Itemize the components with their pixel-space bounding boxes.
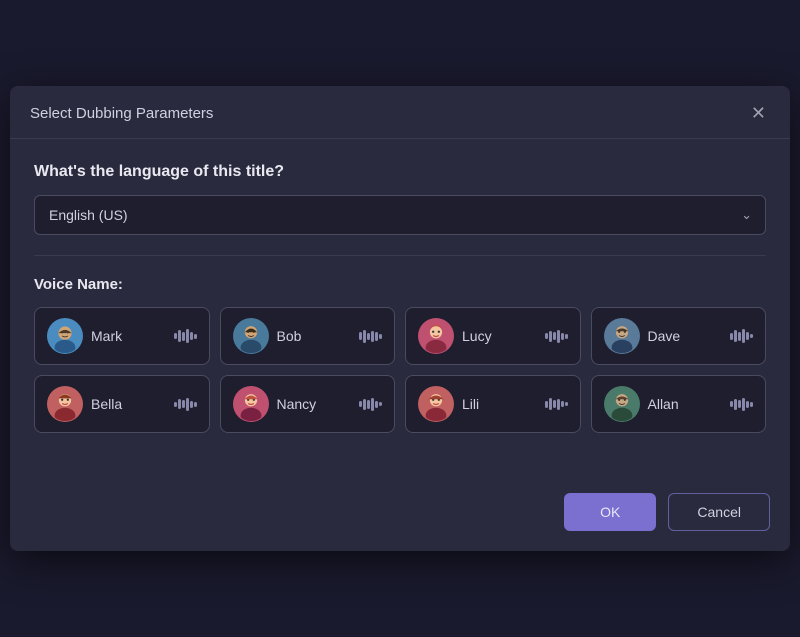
- voice-card-allan[interactable]: Allan: [591, 375, 767, 433]
- avatar-dave: [604, 318, 640, 354]
- voice-name-lili: Lili: [462, 396, 537, 412]
- voice-name-lucy: Lucy: [462, 328, 537, 344]
- voices-grid: Mark: [34, 307, 766, 433]
- voice-card-bob[interactable]: Bob: [220, 307, 396, 365]
- ok-button[interactable]: OK: [564, 493, 656, 531]
- waveform-icon-mark: [174, 329, 197, 343]
- waveform-icon-dave: [730, 329, 753, 343]
- voice-card-bella[interactable]: Bella: [34, 375, 210, 433]
- avatar-lili: [418, 386, 454, 422]
- voice-card-dave[interactable]: Dave: [591, 307, 767, 365]
- avatar-bob: [233, 318, 269, 354]
- voice-card-nancy[interactable]: Nancy: [220, 375, 396, 433]
- dialog-container: Select Dubbing Parameters ✕ What's the l…: [10, 86, 790, 551]
- voice-name-allan: Allan: [648, 396, 723, 412]
- avatar-nancy: [233, 386, 269, 422]
- voice-name-bella: Bella: [91, 396, 166, 412]
- section-divider: [34, 255, 766, 256]
- avatar-bella: [47, 386, 83, 422]
- waveform-icon-allan: [730, 398, 753, 411]
- voice-card-lucy[interactable]: Lucy: [405, 307, 581, 365]
- voice-name-dave: Dave: [648, 328, 723, 344]
- voice-card-mark[interactable]: Mark: [34, 307, 210, 365]
- voice-card-lili[interactable]: Lili: [405, 375, 581, 433]
- avatar-lucy: [418, 318, 454, 354]
- avatar-allan: [604, 386, 640, 422]
- dialog-footer: OK Cancel: [10, 483, 790, 551]
- dialog-title: Select Dubbing Parameters: [30, 105, 213, 122]
- language-question: What's the language of this title?: [34, 163, 766, 181]
- voice-name-nancy: Nancy: [277, 396, 352, 412]
- voice-name-bob: Bob: [277, 328, 352, 344]
- avatar-mark: [47, 318, 83, 354]
- waveform-icon-nancy: [359, 398, 382, 411]
- language-select-wrapper: English (US) Spanish French German Itali…: [34, 195, 766, 235]
- waveform-icon-bella: [174, 398, 197, 411]
- language-select[interactable]: English (US) Spanish French German Itali…: [34, 195, 766, 235]
- dialog-header: Select Dubbing Parameters ✕: [10, 86, 790, 139]
- close-button[interactable]: ✕: [747, 102, 770, 124]
- voice-name-mark: Mark: [91, 328, 166, 344]
- voice-section-label: Voice Name:: [34, 276, 766, 293]
- waveform-icon-bob: [359, 330, 382, 343]
- waveform-icon-lili: [545, 398, 568, 410]
- dialog-body: What's the language of this title? Engli…: [10, 139, 790, 483]
- cancel-button[interactable]: Cancel: [668, 493, 770, 531]
- waveform-icon-lucy: [545, 330, 568, 343]
